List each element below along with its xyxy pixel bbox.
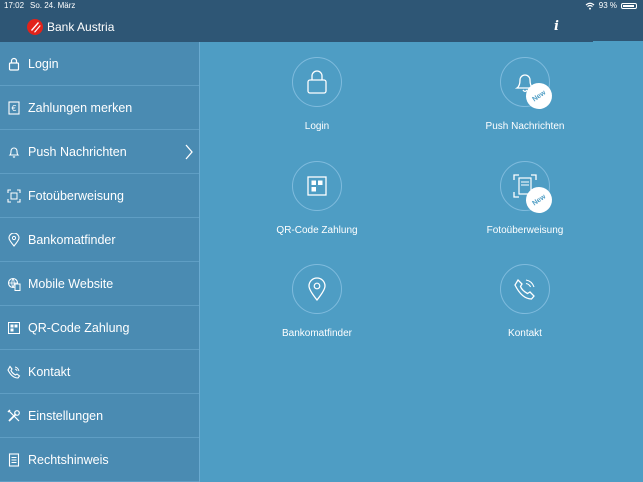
- bell-icon: [6, 144, 22, 160]
- mobile-web-icon: [6, 276, 22, 292]
- tile-qr-code-zahlung[interactable]: QR-Code Zahlung: [237, 161, 397, 236]
- document-icon: [6, 452, 22, 468]
- sidebar-item-einstellungen[interactable]: Einstellungen: [0, 394, 199, 438]
- lock-icon: [307, 70, 327, 94]
- photo-transfer-icon: [6, 188, 22, 204]
- status-time: 17:02: [4, 1, 25, 10]
- tile-circle: [500, 264, 550, 314]
- tile-label: Login: [304, 121, 330, 132]
- tile-circle: [292, 161, 342, 211]
- sidebar-item-bankomatfinder[interactable]: Bankomatfinder: [0, 218, 199, 262]
- battery-percent: 93 %: [598, 1, 617, 10]
- sidebar-item-kontakt[interactable]: Kontakt: [0, 350, 199, 394]
- tile-label: Bankomatfinder: [281, 328, 353, 339]
- tools-icon: [6, 408, 22, 424]
- sidebar-item-label: QR-Code Zahlung: [28, 321, 130, 335]
- tile-bankomatfinder[interactable]: Bankomatfinder: [237, 264, 397, 339]
- sidebar-item-label: Mobile Website: [28, 277, 114, 291]
- tile-login[interactable]: Login: [237, 57, 397, 132]
- sidebar-item-rechtshinweis[interactable]: Rechtshinweis: [0, 438, 199, 482]
- tile-fotoueberweisung[interactable]: New Fotoüberweisung: [445, 161, 605, 236]
- sidebar-item-qr-code-zahlung[interactable]: QR-Code Zahlung: [0, 306, 199, 350]
- battery-icon: [621, 3, 637, 9]
- sidebar-item-label: Zahlungen merken: [28, 101, 133, 115]
- tile-label: Fotoüberweisung: [486, 225, 564, 236]
- location-pin-icon: [308, 277, 326, 301]
- tile-kontakt[interactable]: Kontakt: [445, 264, 605, 339]
- status-bar: 17:02 So. 24. März 93 %: [0, 0, 643, 12]
- sidebar-item-label: Push Nachrichten: [28, 145, 127, 159]
- phone-icon: [514, 278, 535, 300]
- lock-icon: [6, 56, 22, 72]
- tile-label: QR-Code Zahlung: [276, 225, 358, 236]
- main-content: Login New Push Nachrichten QR-Code Zahlu…: [201, 42, 643, 482]
- svg-text:€: €: [11, 104, 16, 113]
- tile-push-nachrichten[interactable]: New Push Nachrichten: [445, 57, 605, 132]
- tile-label: Push Nachrichten: [485, 121, 565, 132]
- app-header: Bank Austria i: [0, 12, 643, 42]
- sidebar-item-label: Rechtshinweis: [28, 453, 109, 467]
- sidebar-item-fotoueberweisung[interactable]: Fotoüberweisung: [0, 174, 199, 218]
- sidebar-item-label: Bankomatfinder: [28, 233, 116, 247]
- location-pin-icon: [6, 232, 22, 248]
- status-date: So. 24. März: [30, 1, 76, 10]
- sidebar-item-zahlungen-merken[interactable]: € Zahlungen merken: [0, 86, 199, 130]
- sidebar-item-mobile-website[interactable]: Mobile Website: [0, 262, 199, 306]
- qr-code-icon: [307, 176, 327, 196]
- tile-circle: [292, 57, 342, 107]
- tile-circle: New: [500, 161, 558, 219]
- chevron-right-icon: [185, 144, 193, 160]
- sidebar-item-push-nachrichten[interactable]: Push Nachrichten: [0, 130, 199, 174]
- sidebar-item-label: Fotoüberweisung: [28, 189, 124, 203]
- sidebar: Login € Zahlungen merken Push Nachrichte…: [0, 42, 200, 482]
- sidebar-item-label: Login: [28, 57, 59, 71]
- qr-code-icon: [6, 320, 22, 336]
- phone-icon: [6, 364, 22, 380]
- brand-name: Bank Austria: [47, 20, 115, 34]
- tile-circle: [292, 264, 342, 314]
- tile-circle: New: [500, 57, 558, 115]
- info-button[interactable]: i: [554, 19, 559, 34]
- tile-label: Kontakt: [508, 328, 542, 339]
- sidebar-item-label: Kontakt: [28, 365, 71, 379]
- bank-austria-logo-icon: [27, 19, 43, 35]
- wifi-icon: [585, 2, 595, 10]
- sidebar-item-login[interactable]: Login: [0, 42, 199, 86]
- sidebar-item-label: Einstellungen: [28, 409, 104, 423]
- euro-icon: €: [6, 100, 22, 116]
